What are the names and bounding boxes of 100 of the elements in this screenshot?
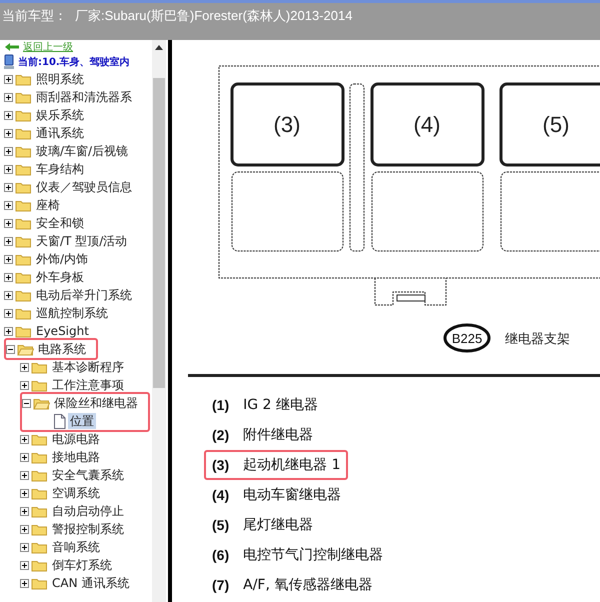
tree-item[interactable]: 位置 <box>68 413 96 429</box>
legend-number: (1) <box>212 397 230 413</box>
tree-item[interactable]: 娱乐系统 <box>34 107 86 123</box>
legend-text: 起动机继电器 1 <box>243 456 340 474</box>
folder-icon <box>15 72 32 86</box>
expand-icon[interactable] <box>4 182 13 192</box>
tree-item[interactable]: 电动后举升门系统 <box>34 287 134 303</box>
folder-icon <box>31 378 48 392</box>
tree-item[interactable]: 外饰/内饰 <box>34 251 90 267</box>
tree-item[interactable]: 空调系统 <box>50 485 102 501</box>
expand-icon[interactable] <box>20 434 29 444</box>
scrollbar[interactable] <box>152 40 166 602</box>
expand-icon[interactable] <box>4 92 13 102</box>
folder-icon <box>31 432 48 446</box>
expand-icon[interactable] <box>4 164 13 174</box>
expand-icon[interactable] <box>4 218 13 228</box>
scroll-up-icon[interactable] <box>155 44 163 50</box>
open-folder-icon <box>17 342 34 356</box>
tree-item[interactable]: 天窗/T 型顶/活动 <box>34 233 130 249</box>
document-icon <box>53 414 66 428</box>
expand-icon[interactable] <box>20 380 29 390</box>
relay-label: (5) <box>542 112 570 137</box>
folder-icon <box>15 108 32 122</box>
tree-item[interactable]: 外车身板 <box>34 269 86 285</box>
tree-item[interactable]: 巡航控制系统 <box>34 305 110 321</box>
expand-icon[interactable] <box>20 524 29 534</box>
folder-icon <box>15 270 32 284</box>
expand-icon[interactable] <box>4 110 13 120</box>
tree-item[interactable]: 座椅 <box>34 197 62 213</box>
expand-icon[interactable] <box>20 488 29 498</box>
vehicle-name: 厂家:Subaru(斯巴鲁)Forester(森林人)2013-2014 <box>75 7 352 25</box>
expand-icon[interactable] <box>4 146 13 156</box>
legend-number: (3) <box>212 457 230 473</box>
expand-icon[interactable] <box>4 308 13 318</box>
legend-text: 附件继电器 <box>243 426 314 444</box>
tree-item[interactable]: 倒车灯系统 <box>50 557 114 573</box>
legend-number: (4) <box>212 487 230 503</box>
expand-icon[interactable] <box>20 362 29 372</box>
connector-ellipse <box>444 324 490 352</box>
expand-icon[interactable] <box>20 560 29 570</box>
tree-item[interactable]: 仪表／驾驶员信息 <box>34 179 134 195</box>
tree-item[interactable]: 音响系统 <box>50 539 102 555</box>
collapse-icon[interactable] <box>22 398 31 408</box>
folder-icon <box>15 144 32 158</box>
folder-icon <box>15 216 32 230</box>
tree-item[interactable]: 安全和锁 <box>34 215 86 231</box>
tree-item[interactable]: 玻璃/车窗/后视镜 <box>34 143 130 159</box>
expand-icon[interactable] <box>4 200 13 210</box>
tree-item[interactable]: 工作注意事项 <box>50 377 126 393</box>
folder-icon <box>31 540 48 554</box>
expand-icon[interactable] <box>20 452 29 462</box>
folder-icon <box>31 522 48 536</box>
tree-item[interactable]: 电源电路 <box>50 431 102 447</box>
expand-icon[interactable] <box>20 578 29 588</box>
folder-icon <box>15 324 32 338</box>
tree-item[interactable]: 警报控制系统 <box>50 521 126 537</box>
tree-item[interactable]: CAN 通讯系统 <box>50 575 132 591</box>
folder-icon <box>15 234 32 248</box>
legend-number: (6) <box>212 547 230 563</box>
expand-icon[interactable] <box>4 236 13 246</box>
tree-item[interactable]: 基本诊断程序 <box>50 359 126 375</box>
legend-text: 电动车窗继电器 <box>243 486 342 504</box>
tree-item[interactable]: 照明系统 <box>34 71 86 87</box>
folder-icon <box>15 198 32 212</box>
relay-label: (4) <box>414 112 440 137</box>
tree-item[interactable]: EyeSight <box>34 323 91 339</box>
scrollbar-thumb[interactable] <box>153 78 165 388</box>
folder-icon <box>31 360 48 374</box>
expand-icon[interactable] <box>4 74 13 84</box>
back-arrow-icon[interactable] <box>4 42 20 52</box>
legend-number: (5) <box>212 517 230 533</box>
folder-icon <box>15 126 32 140</box>
expand-icon[interactable] <box>4 254 13 264</box>
expand-icon[interactable] <box>4 290 13 300</box>
tree-item[interactable]: 安全气囊系统 <box>50 467 126 483</box>
folder-icon <box>15 306 32 320</box>
folder-icon <box>31 576 48 590</box>
tree-item[interactable]: 接地电路 <box>50 449 102 465</box>
vehicle-label: 当前车型： <box>2 7 67 25</box>
tree-item[interactable]: 雨刮器和清洗器系 <box>34 89 134 105</box>
expand-icon[interactable] <box>4 326 13 336</box>
tree-item[interactable]: 保险丝和继电器 <box>52 395 140 411</box>
relay-label: (3) <box>274 112 300 137</box>
tree-item[interactable]: 车身结构 <box>34 161 86 177</box>
tree-item[interactable]: 通讯系统 <box>34 125 86 141</box>
computer-icon <box>3 54 15 70</box>
bracket-caption: 继电器支架 <box>505 332 570 347</box>
expand-icon[interactable] <box>4 128 13 138</box>
tree-item[interactable]: 电路系统 <box>36 341 88 357</box>
legend-number: (7) <box>212 577 230 593</box>
tree-item[interactable]: 自动启动停止 <box>50 503 126 519</box>
collapse-icon[interactable] <box>6 344 15 354</box>
folder-icon <box>15 90 32 104</box>
back-link[interactable]: 返回上一级 <box>23 40 73 54</box>
expand-icon[interactable] <box>20 542 29 552</box>
expand-icon[interactable] <box>20 470 29 480</box>
expand-icon[interactable] <box>20 506 29 516</box>
folder-icon <box>31 558 48 572</box>
folder-icon <box>31 504 48 518</box>
expand-icon[interactable] <box>4 272 13 282</box>
